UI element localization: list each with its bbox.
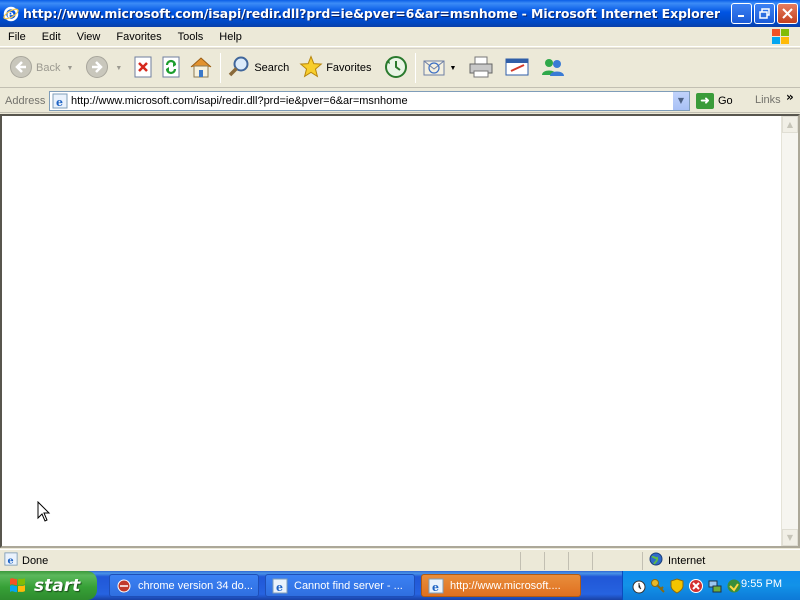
status-lock-cell — [544, 551, 568, 570]
address-field[interactable]: e ▼ — [49, 90, 690, 111]
scroll-up-icon[interactable]: ▲ — [782, 116, 798, 133]
mail-dropdown-icon[interactable]: ▼ — [449, 65, 456, 72]
print-button[interactable] — [465, 51, 497, 85]
favorites-button[interactable]: Favorites — [296, 51, 374, 85]
printer-icon — [468, 55, 494, 82]
status-zone-text: Internet — [668, 554, 706, 567]
start-button[interactable]: start — [0, 571, 97, 600]
shield-icon[interactable] — [669, 577, 685, 594]
internet-globe-icon — [649, 552, 663, 569]
close-icon — [782, 8, 793, 19]
favorites-star-icon — [299, 54, 323, 82]
status-page-icon: e — [4, 552, 18, 569]
back-arrow-icon — [9, 55, 33, 82]
system-tray: 9:55 PM — [622, 571, 800, 600]
messenger-icon — [540, 55, 566, 82]
forward-button[interactable]: ▼ — [82, 51, 125, 85]
search-button[interactable]: Search — [224, 51, 292, 85]
toolbar-separator — [220, 53, 222, 83]
keys-icon[interactable] — [650, 578, 666, 594]
close-button[interactable] — [777, 3, 798, 24]
back-dropdown-icon[interactable]: ▼ — [66, 65, 73, 72]
go-button[interactable]: ➜ Go — [696, 92, 733, 109]
minimize-icon — [738, 15, 744, 17]
refresh-button[interactable] — [157, 51, 185, 85]
forward-arrow-icon — [85, 55, 109, 82]
svg-text:e: e — [276, 581, 283, 594]
home-button[interactable] — [185, 51, 217, 85]
menu-edit[interactable]: Edit — [34, 31, 69, 43]
ie-page-icon: e — [52, 93, 68, 109]
menu-bar: File Edit View Favorites Tools Help — [0, 27, 800, 47]
go-arrow-icon: ➜ — [696, 92, 714, 109]
links-label[interactable]: Links — [755, 94, 781, 106]
history-button[interactable] — [380, 51, 412, 85]
menu-file[interactable]: File — [0, 31, 34, 43]
status-text-cell: e Done — [0, 552, 520, 569]
address-dropdown-icon[interactable]: ▼ — [672, 91, 689, 110]
history-clock-icon — [383, 54, 409, 83]
stop-button[interactable] — [129, 51, 157, 85]
address-bar: Address e ▼ ➜ Go Links » — [0, 89, 800, 113]
ie-page-icon: e — [272, 578, 288, 594]
svg-text:e: e — [432, 581, 439, 594]
page-content[interactable]: ▲ ▼ — [0, 114, 800, 548]
status-text: Done — [22, 554, 49, 567]
address-input[interactable] — [71, 94, 671, 107]
taskbar-item-cannot-find-server[interactable]: e Cannot find server - ... — [265, 574, 415, 597]
vertical-scrollbar[interactable]: ▲ ▼ — [781, 116, 798, 546]
taskbar: start chrome version 34 do... e Cannot f… — [0, 571, 800, 600]
windows-logo-icon — [770, 27, 792, 47]
clock[interactable]: 9:55 PM — [741, 578, 782, 590]
status-empty-cell — [592, 551, 642, 570]
refresh-icon — [160, 55, 182, 82]
scroll-down-icon[interactable]: ▼ — [782, 529, 798, 546]
messenger-button[interactable] — [537, 51, 569, 85]
ie-icon: e — [3, 6, 19, 22]
svg-text:e: e — [8, 555, 14, 566]
search-icon — [227, 55, 251, 82]
mouse-cursor-icon — [37, 500, 51, 523]
forward-dropdown-icon[interactable]: ▼ — [115, 65, 122, 72]
taskbar-item-microsoft[interactable]: e http://www.microsoft.... — [421, 574, 581, 597]
menu-favorites[interactable]: Favorites — [108, 31, 169, 43]
standard-toolbar: Back ▼ ▼ Search Favorites ▼ — [0, 48, 800, 88]
back-button[interactable]: Back ▼ — [6, 51, 76, 85]
window-title: http://www.microsoft.com/isapi/redir.dll… — [23, 6, 721, 21]
edit-button[interactable] — [501, 51, 533, 85]
status-blocked-cell — [568, 551, 592, 570]
home-icon — [188, 55, 214, 82]
title-bar: e http://www.microsoft.com/isapi/redir.d… — [0, 0, 800, 27]
windows-flag-icon — [8, 576, 28, 596]
menu-help[interactable]: Help — [211, 31, 250, 43]
svg-text:e: e — [56, 96, 63, 109]
taskbar-item-chrome-version[interactable]: chrome version 34 do... — [109, 574, 259, 597]
toolbar-separator — [415, 53, 417, 83]
status-zone-cell: Internet — [642, 551, 794, 570]
edit-page-icon — [504, 55, 530, 82]
ie-page-icon: e — [428, 578, 444, 594]
antivirus-icon[interactable] — [688, 578, 704, 594]
links-chevron-icon[interactable]: » — [786, 90, 794, 104]
address-label: Address — [5, 94, 46, 107]
windows-update-icon[interactable] — [726, 578, 742, 594]
restore-button[interactable] — [754, 3, 775, 24]
ie-icon — [116, 578, 132, 594]
menu-view[interactable]: View — [69, 31, 109, 43]
clock-alarm-icon[interactable] — [631, 578, 647, 594]
mail-button[interactable]: ▼ — [419, 51, 459, 85]
stop-icon — [132, 55, 154, 82]
menu-tools[interactable]: Tools — [170, 31, 212, 43]
status-progress-cell — [520, 551, 544, 570]
status-bar: e Done Internet — [0, 549, 800, 571]
network-icon[interactable] — [707, 578, 723, 594]
minimize-button[interactable] — [731, 3, 752, 24]
restore-icon — [759, 8, 770, 19]
mail-icon — [422, 55, 448, 82]
